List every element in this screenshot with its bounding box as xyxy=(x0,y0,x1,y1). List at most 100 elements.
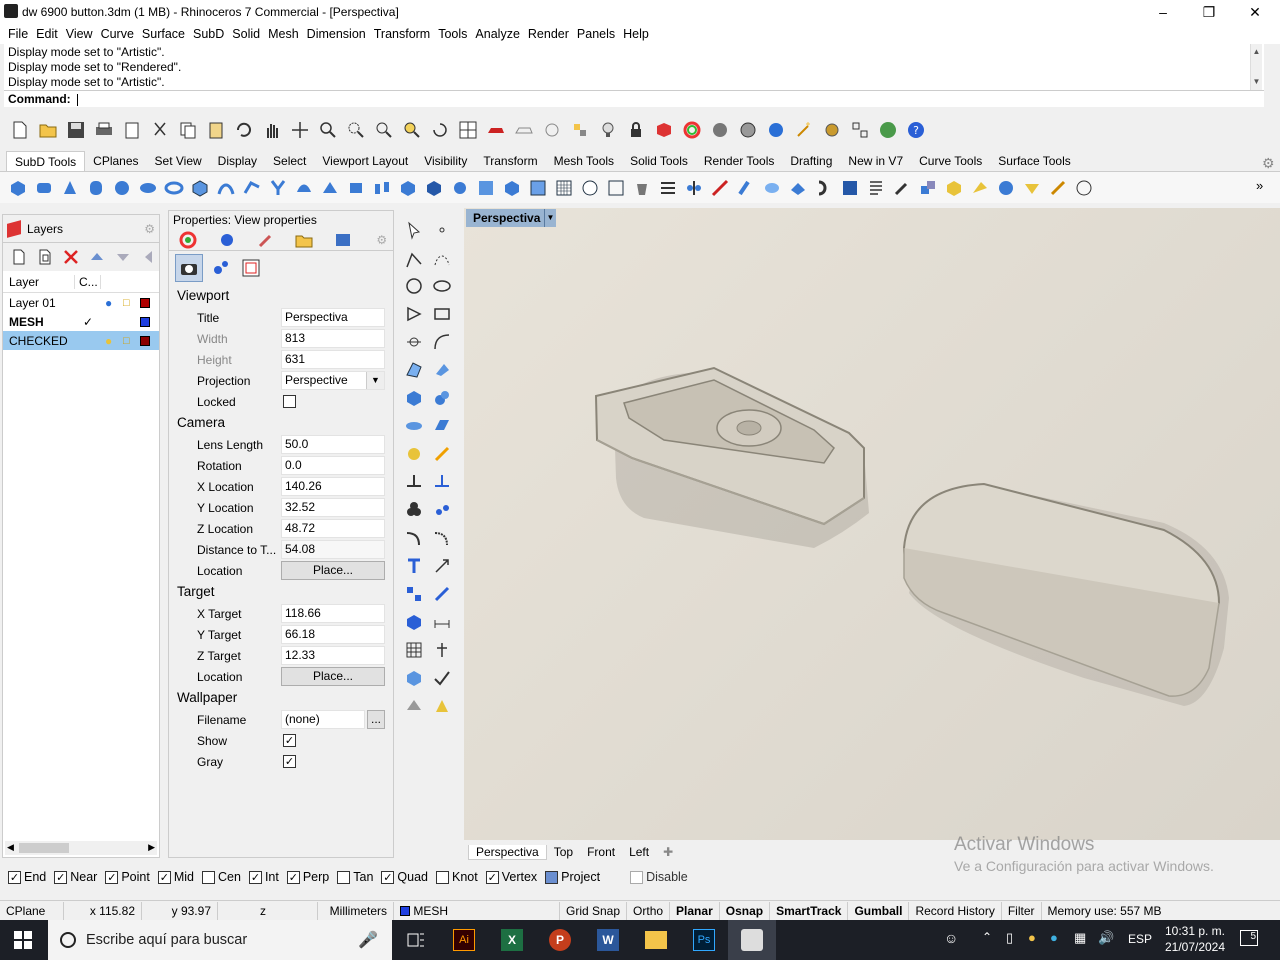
volume-icon[interactable]: 🔊 xyxy=(1098,930,1114,946)
osnap-end[interactable]: ✓ End xyxy=(8,870,46,884)
osnap-int[interactable]: ✓ Int xyxy=(248,870,279,884)
material-tab-icon[interactable] xyxy=(216,228,239,252)
checkbox[interactable]: ✓ xyxy=(248,870,262,884)
car-render-icon[interactable] xyxy=(484,118,508,142)
arc-icon[interactable] xyxy=(430,330,454,354)
polyline-icon[interactable] xyxy=(402,248,426,272)
target-place-button[interactable]: Place... xyxy=(281,667,385,686)
subd-patch-icon[interactable] xyxy=(292,176,316,200)
unroll-icon[interactable] xyxy=(402,694,426,718)
tab-viewport-layout[interactable]: Viewport Layout xyxy=(314,151,416,171)
history-scrollbar[interactable]: ▲ ▼ xyxy=(1250,44,1262,90)
yellow-globe-icon[interactable] xyxy=(994,176,1018,200)
checkbox[interactable]: ✓ xyxy=(286,870,300,884)
new-icon[interactable] xyxy=(8,118,32,142)
subd-convert-icon[interactable] xyxy=(708,176,732,200)
orient-icon[interactable] xyxy=(430,582,454,606)
trim-icon[interactable] xyxy=(430,470,454,494)
word-icon[interactable]: W xyxy=(584,920,632,960)
layer-column-header[interactable]: Layer xyxy=(3,274,75,289)
solid-tools-icon[interactable] xyxy=(402,610,426,634)
menu-panels[interactable]: Panels xyxy=(573,27,619,41)
save-icon[interactable] xyxy=(64,118,88,142)
named-view-icon[interactable] xyxy=(209,256,233,280)
extrude-curve-icon[interactable] xyxy=(430,358,454,382)
zoom-selected-icon[interactable] xyxy=(400,118,424,142)
menu-help[interactable]: Help xyxy=(619,27,653,41)
osnap-project[interactable]: Project xyxy=(545,870,600,884)
close-button[interactable]: ✕ xyxy=(1232,0,1278,24)
clock[interactable]: 10:31 p. m. 21/07/2024 xyxy=(1160,923,1230,955)
ruler-icon[interactable] xyxy=(1072,176,1096,200)
filename-field[interactable]: (none) xyxy=(281,710,365,729)
osnap-tan[interactable]: Tan xyxy=(337,870,373,884)
layer-color-swatch[interactable] xyxy=(140,316,150,327)
tab-subd-tools[interactable]: SubD Tools xyxy=(6,150,86,172)
plane-surface-icon[interactable] xyxy=(430,414,454,438)
gumball-toggle[interactable]: Gumball xyxy=(848,901,910,920)
new-sublayer-icon[interactable] xyxy=(35,245,55,269)
subd-pipe-icon[interactable] xyxy=(266,176,290,200)
subd-mesh-grid-icon[interactable] xyxy=(552,176,576,200)
layer-row[interactable]: MESH ✓ xyxy=(3,312,159,331)
bulb-icon[interactable]: ● xyxy=(105,334,112,348)
units-status[interactable]: Millimeters xyxy=(318,901,394,920)
taskbar-search[interactable]: Escribe aquí para buscar 🎤 xyxy=(48,920,392,960)
checkbox[interactable]: ✓ xyxy=(8,870,21,884)
render-sphere-icon[interactable] xyxy=(764,118,788,142)
network-icon[interactable]: ▦ xyxy=(1074,930,1086,946)
menu-dimension[interactable]: Dimension xyxy=(303,27,370,41)
checkbox[interactable] xyxy=(436,870,449,884)
zoom-icon[interactable] xyxy=(316,118,340,142)
select-points-icon[interactable] xyxy=(848,118,872,142)
array-icon[interactable] xyxy=(402,582,426,606)
subd-box-icon[interactable] xyxy=(6,176,30,200)
checkbox[interactable] xyxy=(630,870,644,884)
grid-snap-toggle[interactable]: Grid Snap xyxy=(560,901,628,920)
surface-from-curves-icon[interactable] xyxy=(402,358,426,382)
camera-icon[interactable] xyxy=(175,254,203,282)
planar-toggle[interactable]: Planar xyxy=(670,901,720,920)
subd-align-icon[interactable] xyxy=(656,176,680,200)
move-parent-icon[interactable] xyxy=(139,245,159,269)
tab-curve-tools[interactable]: Curve Tools xyxy=(911,151,990,171)
toolbar-overflow-icon[interactable]: » xyxy=(1256,178,1263,193)
pan-hand-icon[interactable] xyxy=(260,118,284,142)
color-wheel-icon[interactable] xyxy=(680,118,704,142)
osnap-perp[interactable]: ✓ Perp xyxy=(286,870,329,884)
lens-length-field[interactable]: 50.0 xyxy=(281,435,385,454)
layer-row[interactable]: CHECKED ● □ xyxy=(3,331,159,350)
menu-render[interactable]: Render xyxy=(524,27,573,41)
grid-settings-icon[interactable] xyxy=(838,176,862,200)
subd-insert-point-icon[interactable] xyxy=(448,176,472,200)
zoom-window-icon[interactable] xyxy=(344,118,368,142)
rendered-sphere-icon[interactable] xyxy=(736,118,760,142)
spheres-icon[interactable] xyxy=(430,386,454,410)
command-input[interactable] xyxy=(77,93,79,106)
tab-mesh-tools[interactable]: Mesh Tools xyxy=(546,151,622,171)
title-field[interactable]: Perspectiva xyxy=(281,308,385,327)
z-location-field[interactable]: 48.72 xyxy=(281,519,385,538)
menu-solid[interactable]: Solid xyxy=(228,27,264,41)
tab-new-in-v7[interactable]: New in V7 xyxy=(840,151,911,171)
checkbox[interactable]: ✓ xyxy=(485,870,499,884)
subd-bridge-icon[interactable] xyxy=(370,176,394,200)
z-target-field[interactable]: 12.33 xyxy=(281,646,385,665)
dimension-icon[interactable] xyxy=(430,610,454,634)
car-wireframe-icon[interactable] xyxy=(512,118,536,142)
split-icon[interactable] xyxy=(402,470,426,494)
subd-thicken-icon[interactable] xyxy=(422,176,446,200)
undo-icon[interactable] xyxy=(232,118,256,142)
layer-color-swatch[interactable] xyxy=(140,335,150,346)
current-column-header[interactable]: C... xyxy=(75,274,101,289)
subd-display-icon[interactable] xyxy=(760,176,784,200)
checkbox[interactable] xyxy=(545,870,559,884)
menu-view[interactable]: View xyxy=(62,27,97,41)
environment-tab-icon[interactable] xyxy=(332,228,355,252)
menu-tools[interactable]: Tools xyxy=(434,27,471,41)
subd-reflect-icon[interactable] xyxy=(812,176,836,200)
mesh-grid-icon[interactable] xyxy=(402,638,426,662)
tray-app-icon[interactable]: ● xyxy=(1028,930,1036,945)
y-target-field[interactable]: 66.18 xyxy=(281,625,385,644)
globe-icon[interactable] xyxy=(876,118,900,142)
